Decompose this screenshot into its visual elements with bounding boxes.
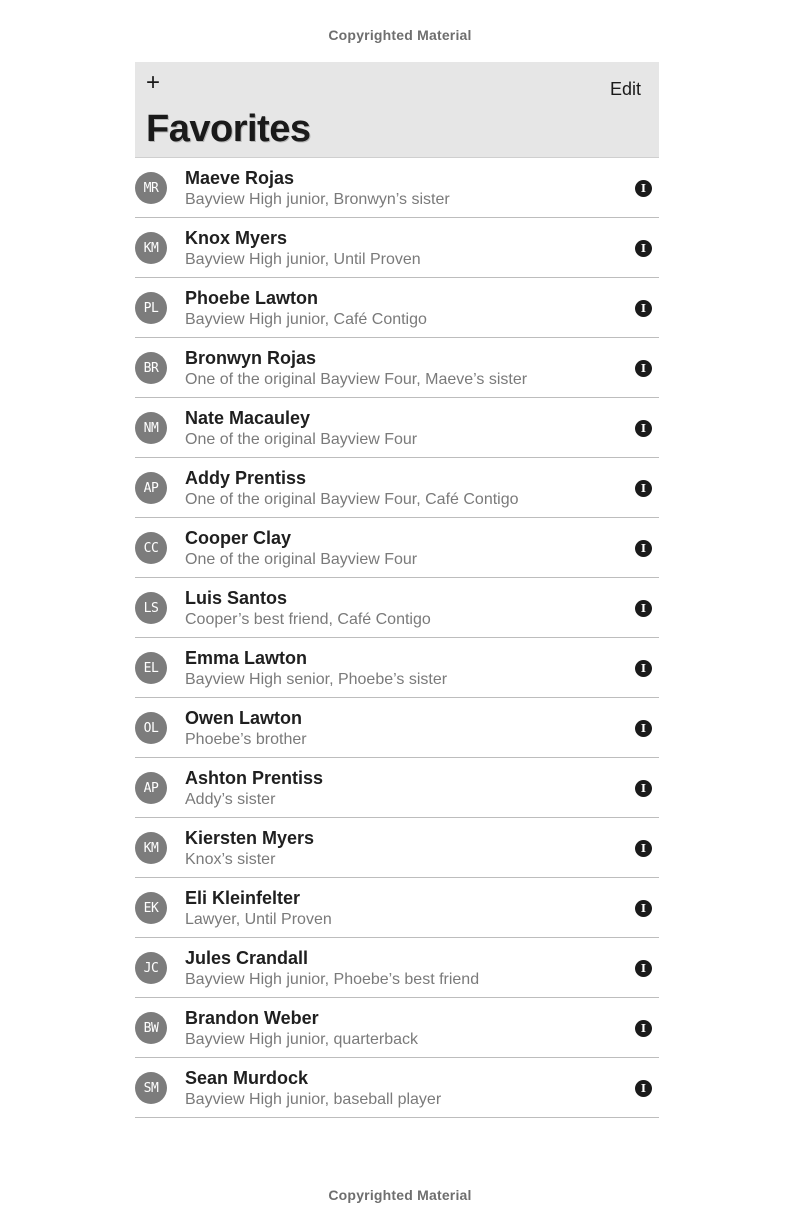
contact-row[interactable]: BW Brandon Weber Bayview High junior, qu… [135,998,659,1058]
avatar: AP [135,772,167,804]
info-icon[interactable]: I [635,180,652,197]
contact-name: Phoebe Lawton [185,288,319,308]
favorites-screen: + Edit Favorites MR Maeve Rojas Bayview … [135,62,659,1118]
info-icon[interactable]: I [635,960,652,977]
avatar: OL [135,712,167,744]
add-favorite-button[interactable]: + [146,69,160,97]
avatar: BR [135,352,167,384]
contact-row[interactable]: EK Eli Kleinfelter Lawyer, Until Proven … [135,878,659,938]
info-icon[interactable]: I [635,540,652,557]
avatar: PL [135,292,167,324]
contact-name: Kiersten Myers [185,828,315,848]
contact-name: Maeve Rojas [185,168,295,188]
contact-name: Brandon Weber [185,1008,319,1028]
contact-description: Bayview High junior, Phoebe’s best frien… [185,971,480,988]
contact-name: Knox Myers [185,228,288,248]
watermark-top: Copyrighted Material [328,27,472,43]
contact-description: Addy’s sister [185,791,276,808]
contact-description: Bayview High junior, Until Proven [185,251,421,268]
contact-name: Eli Kleinfelter [185,888,301,908]
contact-name: Cooper Clay [185,528,292,548]
avatar: MR [135,172,167,204]
contact-description: One of the original Bayview Four, Maeve’… [185,371,528,388]
contact-row[interactable]: OL Owen Lawton Phoebe’s brother I [135,698,659,758]
contact-description: Bayview High junior, quarterback [185,1031,419,1048]
contact-name: Nate Macauley [185,408,311,428]
info-icon[interactable]: I [635,660,652,677]
avatar: SM [135,1072,167,1104]
contact-row[interactable]: AP Addy Prentiss One of the original Bay… [135,458,659,518]
contact-row[interactable]: SM Sean Murdock Bayview High junior, bas… [135,1058,659,1118]
info-icon[interactable]: I [635,240,652,257]
contact-description: Phoebe’s brother [185,731,307,748]
avatar: CC [135,532,167,564]
contact-row[interactable]: MR Maeve Rojas Bayview High junior, Bron… [135,158,659,218]
info-icon[interactable]: I [635,840,652,857]
contact-name: Jules Crandall [185,948,309,968]
contact-row[interactable]: AP Ashton Prentiss Addy’s sister I [135,758,659,818]
info-icon[interactable]: I [635,900,652,917]
contact-row[interactable]: BR Bronwyn Rojas One of the original Bay… [135,338,659,398]
info-icon[interactable]: I [635,1020,652,1037]
contact-description: Bayview High senior, Phoebe’s sister [185,671,448,688]
info-icon[interactable]: I [635,420,652,437]
page-title: Favorites [146,108,311,150]
avatar: JC [135,952,167,984]
contact-name: Ashton Prentiss [185,768,324,788]
info-icon[interactable]: I [635,600,652,617]
contact-name: Bronwyn Rojas [185,348,317,368]
avatar: EL [135,652,167,684]
avatar: KM [135,832,167,864]
edit-button[interactable]: Edit [610,79,641,100]
contact-description: Bayview High junior, Bronwyn’s sister [185,191,450,208]
favorites-list: MR Maeve Rojas Bayview High junior, Bron… [135,158,659,1118]
avatar: KM [135,232,167,264]
contact-row[interactable]: KM Knox Myers Bayview High junior, Until… [135,218,659,278]
contact-row[interactable]: NM Nate Macauley One of the original Bay… [135,398,659,458]
avatar: BW [135,1012,167,1044]
contact-description: One of the original Bayview Four, Café C… [185,491,519,508]
avatar: EK [135,892,167,924]
contact-description: One of the original Bayview Four [185,431,418,448]
info-icon[interactable]: I [635,480,652,497]
contact-description: Bayview High junior, baseball player [185,1091,442,1108]
info-icon[interactable]: I [635,1080,652,1097]
info-icon[interactable]: I [635,300,652,317]
contact-description: One of the original Bayview Four [185,551,418,568]
avatar: NM [135,412,167,444]
contact-name: Luis Santos [185,588,288,608]
contact-name: Addy Prentiss [185,468,307,488]
contact-description: Lawyer, Until Proven [185,911,332,928]
contact-name: Sean Murdock [185,1068,309,1088]
contact-row[interactable]: CC Cooper Clay One of the original Bayvi… [135,518,659,578]
contact-row[interactable]: JC Jules Crandall Bayview High junior, P… [135,938,659,998]
contact-name: Emma Lawton [185,648,308,668]
info-icon[interactable]: I [635,360,652,377]
watermark-bottom: Copyrighted Material [328,1187,472,1203]
nav-header: + Edit Favorites [135,62,659,158]
contact-name: Owen Lawton [185,708,302,728]
contact-description: Bayview High junior, Café Contigo [185,311,427,328]
info-icon[interactable]: I [635,780,652,797]
contact-description: Knox’s sister [185,851,276,868]
avatar: AP [135,472,167,504]
contact-description: Cooper’s best friend, Café Contigo [185,611,431,628]
contact-row[interactable]: PL Phoebe Lawton Bayview High junior, Ca… [135,278,659,338]
info-icon[interactable]: I [635,720,652,737]
contact-row[interactable]: KM Kiersten Myers Knox’s sister I [135,818,659,878]
avatar: LS [135,592,167,624]
contact-row[interactable]: LS Luis Santos Cooper’s best friend, Caf… [135,578,659,638]
contact-row[interactable]: EL Emma Lawton Bayview High senior, Phoe… [135,638,659,698]
